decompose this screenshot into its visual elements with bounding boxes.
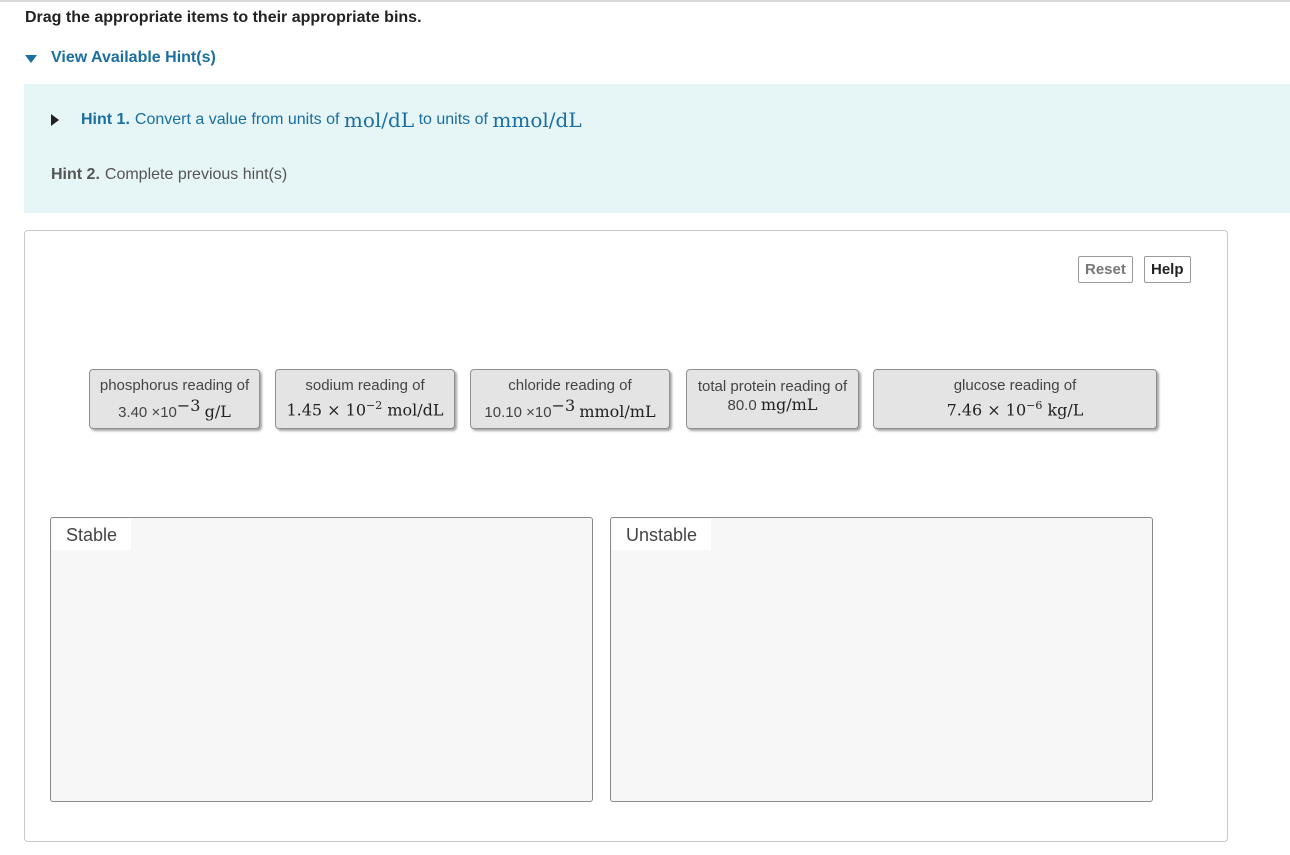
item-unit: mmol/mL	[579, 402, 656, 421]
item-exponent: −3	[176, 396, 201, 415]
item-value: 7.46 × 10	[946, 400, 1027, 420]
hint-1-text-mid: to units of	[418, 111, 488, 128]
hint-1-unit-from: mol/dL	[343, 108, 415, 132]
hint-1-text-before: Convert a value from units of	[134, 111, 340, 128]
drag-item-total-protein[interactable]: total protein reading of 80.0 mg/mL	[686, 369, 859, 429]
hint-2-text: Complete previous hint(s)	[104, 166, 288, 183]
bin-stable-label: Stable	[52, 519, 132, 550]
top-divider	[0, 0, 1290, 2]
hint-1-label: Hint 1.	[81, 111, 130, 128]
hint-2-label: Hint 2.	[51, 166, 100, 183]
item-unit: mg/mL	[760, 395, 818, 414]
drag-item-phosphorus[interactable]: phosphorus reading of 3.40 ×10−3 g/L	[89, 369, 260, 429]
item-value: 1.45 × 10	[286, 400, 367, 420]
drag-drop-workspace: Reset Help phosphorus reading of 3.40 ×1…	[24, 230, 1228, 842]
item-unit: kg/L	[1047, 400, 1084, 420]
hint-1-unit-to: mmol/dL	[492, 108, 582, 132]
reset-button[interactable]: Reset	[1078, 256, 1133, 283]
drag-item-glucose[interactable]: glucose reading of 7.46 × 10−6 kg/L	[873, 369, 1157, 429]
item-label: glucose reading of	[953, 377, 1077, 394]
drag-item-chloride[interactable]: chloride reading of 10.10 ×10−3 mmol/mL	[470, 369, 670, 429]
bin-unstable-label: Unstable	[612, 519, 712, 550]
bin-stable[interactable]: Stable	[50, 517, 593, 802]
item-label: total protein reading of	[697, 378, 848, 395]
item-exponent: −2	[366, 399, 383, 412]
item-value: 10.10 ×10	[484, 404, 552, 421]
drag-item-sodium[interactable]: sodium reading of 1.45 × 10−2 mol/dL	[275, 369, 455, 429]
item-exponent: −3	[551, 396, 576, 415]
hint-1[interactable]: Hint 1. Convert a value from units of mo…	[51, 108, 582, 132]
item-label: chloride reading of	[508, 377, 632, 394]
item-label: phosphorus reading of	[99, 377, 250, 394]
item-value: 3.40 ×10	[118, 404, 177, 421]
hints-panel: Hint 1. Convert a value from units of mo…	[24, 84, 1290, 213]
view-hints-label: View Available Hint(s)	[51, 49, 216, 66]
item-unit: g/L	[204, 402, 231, 421]
hint-2: Hint 2. Complete previous hint(s)	[51, 166, 287, 184]
triangle-right-icon	[51, 114, 59, 126]
view-hints-toggle[interactable]: View Available Hint(s)	[25, 49, 216, 67]
instruction-text: Drag the appropriate items to their appr…	[25, 9, 422, 26]
item-exponent: −6	[1026, 399, 1043, 412]
item-value: 80.0	[727, 397, 757, 414]
triangle-down-icon	[25, 55, 37, 63]
item-unit: mol/dL	[387, 400, 444, 420]
page: Drag the appropriate items to their appr…	[0, 0, 1290, 855]
help-button[interactable]: Help	[1144, 256, 1191, 283]
bin-unstable[interactable]: Unstable	[610, 517, 1153, 802]
item-label: sodium reading of	[305, 377, 425, 394]
